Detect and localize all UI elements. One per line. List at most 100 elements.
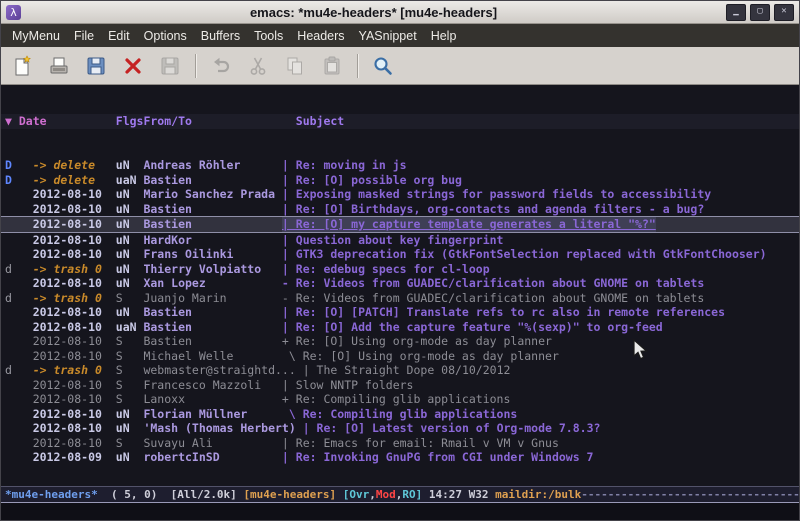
message-row[interactable]: 2012-08-10uN'Mash (Thomas Herbert) | Re:…: [1, 421, 799, 436]
flags-column: uN: [116, 202, 144, 217]
modeline-segment: Mod: [376, 488, 396, 501]
message-row[interactable]: d-> trash 0uNThierry Volpiatto| Re: edeb…: [1, 262, 799, 277]
menu-edit[interactable]: Edit: [101, 26, 137, 46]
copy-icon: [280, 52, 310, 80]
mark-column: [5, 378, 33, 393]
message-row[interactable]: D-> deleteuNAndreas Röhler| Re: moving i…: [1, 158, 799, 173]
menu-headers[interactable]: Headers: [290, 26, 351, 46]
new-file-icon[interactable]: [7, 52, 37, 80]
maximize-button[interactable]: ▢: [750, 4, 770, 21]
toolbar-separator: [195, 54, 196, 78]
menu-yasnippet[interactable]: YASnippet: [352, 26, 424, 46]
message-row[interactable]: d-> trash 0Swebmaster@straightd... | The…: [1, 363, 799, 378]
from-column: Florian Müllner: [143, 407, 281, 422]
date-column: -> trash 0: [33, 291, 116, 306]
message-row[interactable]: 2012-08-10uNFrans Oilinki| GTK3 deprecat…: [1, 247, 799, 262]
mark-column: [5, 276, 33, 291]
message-row-current[interactable]: 2012-08-10uNBastien| Re: [O] my capture …: [1, 216, 799, 233]
message-row[interactable]: 2012-08-10SLanoxx+ Re: Compiling glib ap…: [1, 392, 799, 407]
message-row[interactable]: 2012-08-10uNMario Sanchez Prada| Exposin…: [1, 187, 799, 202]
header-line[interactable]: ▼ DateFlgsFrom/To Subject: [1, 114, 799, 129]
menu-tools[interactable]: Tools: [247, 26, 290, 46]
message-row[interactable]: 2012-08-10uNBastien| Re: [O] Birthdays, …: [1, 202, 799, 217]
flags-column: S: [116, 392, 144, 407]
date-column: -> delete: [33, 158, 116, 173]
date-column: 2012-08-10: [33, 407, 116, 422]
mark-column: [5, 320, 33, 335]
subject-column: | Re: Emacs for email: Rmail v VM v Gnus: [282, 436, 559, 451]
titlebar[interactable]: λ emacs: *mu4e-headers* [mu4e-headers] ▁…: [1, 1, 799, 24]
from-column: Andreas Röhler: [143, 158, 281, 173]
from-column: Bastien: [143, 305, 281, 320]
menu-options[interactable]: Options: [137, 26, 194, 46]
undo-icon: [206, 52, 236, 80]
flags-column: uN: [116, 187, 144, 202]
menu-help[interactable]: Help: [424, 26, 464, 46]
message-row[interactable]: 2012-08-10uNXan Lopez- Re: Videos from G…: [1, 276, 799, 291]
emacs-window: λ emacs: *mu4e-headers* [mu4e-headers] ▁…: [0, 0, 800, 521]
date-column: 2012-08-10: [33, 202, 116, 217]
cut-icon: [243, 52, 273, 80]
message-row[interactable]: d-> trash 0SJuanjo Marin- Re: Videos fro…: [1, 291, 799, 306]
message-row[interactable]: D-> deleteuaNBastien| Re: [O] possible o…: [1, 173, 799, 188]
from-column: 'Mash (Thomas Herbert): [143, 421, 302, 436]
message-row[interactable]: 2012-08-10SBastien+ Re: [O] Using org-mo…: [1, 334, 799, 349]
subject-column: - Re: Videos from GUADEC/clarification a…: [282, 291, 704, 306]
menu-mymenu[interactable]: MyMenu: [5, 26, 67, 46]
date-column: 2012-08-10: [33, 187, 116, 202]
message-row[interactable]: 2012-08-09uNrobertcInSD| Re: Invoking Gn…: [1, 450, 799, 465]
mark-column: d: [5, 291, 33, 306]
menu-file[interactable]: File: [67, 26, 101, 46]
minibuffer[interactable]: [1, 503, 799, 520]
modeline-segment: [All/2.0k]: [171, 488, 244, 501]
flags-column: S: [116, 349, 144, 364]
close-button[interactable]: ✕: [774, 4, 794, 21]
modeline-segment: ----------------------------------------…: [581, 488, 799, 501]
kill-buffer-icon[interactable]: [118, 52, 148, 80]
column-header-flags[interactable]: Flgs: [116, 114, 144, 129]
subject-column: \ Re: Compiling glib applications: [282, 407, 517, 422]
mark-column: [5, 392, 33, 407]
modeline-segment: Ovr: [349, 488, 369, 501]
from-column: Lanoxx: [143, 392, 281, 407]
subject-column: | Re: moving in js: [282, 158, 407, 173]
message-row[interactable]: 2012-08-10uaNBastien| Re: [O] Add the ca…: [1, 320, 799, 335]
subject-column: | Re: [O] my capture template generates …: [282, 217, 656, 232]
flags-column: uN: [116, 247, 144, 262]
emacs-icon: λ: [6, 5, 21, 20]
message-row[interactable]: 2012-08-10uNFlorian Müllner \ Re: Compil…: [1, 407, 799, 422]
flags-column: S: [116, 436, 144, 451]
date-column: 2012-08-10: [33, 276, 116, 291]
subject-column: + Re: Compiling glib applications: [282, 392, 510, 407]
minimize-button[interactable]: ▁: [726, 4, 746, 21]
column-header-subject[interactable]: Subject: [282, 114, 344, 129]
menu-buffers[interactable]: Buffers: [194, 26, 247, 46]
mu4e-headers-buffer[interactable]: ▼ DateFlgsFrom/To Subject D-> deleteuNAn…: [1, 85, 799, 486]
flags-column: uN: [116, 450, 144, 465]
search-icon[interactable]: [368, 52, 398, 80]
message-row[interactable]: 2012-08-10SFrancesco Mazzoli| Slow NNTP …: [1, 378, 799, 393]
column-header-date[interactable]: ▼ Date: [5, 114, 116, 129]
subject-column: | The Straight Dope 08/10/2012: [303, 363, 511, 378]
mode-line[interactable]: *mu4e-headers* ( 5, 0) [All/2.0k] [mu4e-…: [1, 486, 799, 503]
subject-column: | Re: [O] [PATCH] Translate refs to rc a…: [282, 305, 725, 320]
flags-column: uN: [116, 407, 144, 422]
from-column: Michael Welle: [143, 349, 281, 364]
open-file-icon[interactable]: [44, 52, 74, 80]
date-column: 2012-08-10: [33, 233, 116, 248]
message-row[interactable]: 2012-08-10uNBastien| Re: [O] [PATCH] Tra…: [1, 305, 799, 320]
date-column: 2012-08-10: [33, 334, 116, 349]
column-header-from[interactable]: From/To: [143, 114, 281, 129]
flags-column: uaN: [116, 173, 144, 188]
mark-column: d: [5, 262, 33, 277]
subject-column: | Exposing masked strings for password f…: [282, 187, 711, 202]
message-row[interactable]: 2012-08-10SMichael Welle \ Re: [O] Using…: [1, 349, 799, 364]
from-column: webmaster@straightd...: [143, 363, 302, 378]
mark-column: D: [5, 158, 33, 173]
modeline-segment: W32: [469, 488, 496, 501]
subject-column: | GTK3 deprecation fix (GtkFontSelection…: [282, 247, 767, 262]
save-icon[interactable]: [81, 52, 111, 80]
message-row[interactable]: 2012-08-10SSuvayu Ali| Re: Emacs for ema…: [1, 436, 799, 451]
message-row[interactable]: 2012-08-10uNHardKor| Question about key …: [1, 233, 799, 248]
flags-column: uaN: [116, 320, 144, 335]
